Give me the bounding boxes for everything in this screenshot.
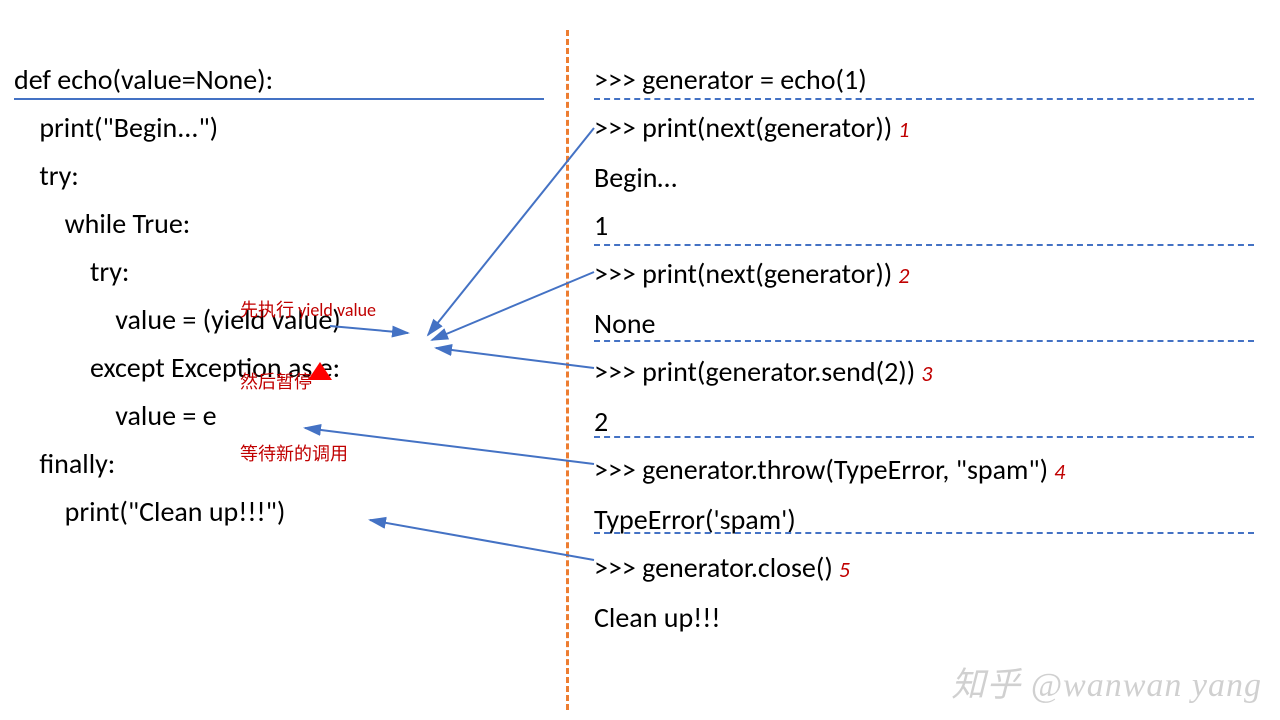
repl-line: >>> generator.throw(TypeError, "spam")4 <box>594 446 1264 496</box>
annotation-line: 等待新的调用 <box>240 442 376 466</box>
step-number: 2 <box>898 262 909 289</box>
step-number: 4 <box>1054 458 1065 485</box>
code-header-underline <box>14 98 544 100</box>
marker-triangle-icon <box>308 362 332 380</box>
code-line: def echo(value=None): <box>14 56 554 104</box>
code-line: print("Begin...") <box>14 104 554 152</box>
repl-pane: >>> generator = echo(1) >>> print(next(g… <box>594 56 1264 642</box>
repl-line: 1 <box>594 202 1264 250</box>
vertical-divider <box>566 30 569 710</box>
repl-separator <box>594 532 1254 534</box>
repl-separator <box>594 340 1254 342</box>
repl-line: Clean up!!! <box>594 594 1264 642</box>
repl-header-underline <box>594 98 1254 100</box>
code-line: print("Clean up!!!") <box>14 488 554 536</box>
step-number: 1 <box>898 116 909 143</box>
code-line: try: <box>14 152 554 200</box>
annotation-line: 先执行 yield value <box>240 298 376 322</box>
repl-line: >>> print(generator.send(2))3 <box>594 348 1264 398</box>
repl-separator <box>594 244 1254 246</box>
code-line: while True: <box>14 200 554 248</box>
repl-line: >>> print(next(generator))1 <box>594 104 1264 154</box>
repl-line: TypeError('spam') <box>594 496 1264 544</box>
repl-separator <box>594 436 1254 438</box>
repl-line: >>> generator = echo(1) <box>594 56 1264 104</box>
repl-line: >>> generator.close()5 <box>594 544 1264 594</box>
step-number: 5 <box>839 556 850 583</box>
repl-line: >>> print(next(generator))2 <box>594 250 1264 300</box>
repl-line: 2 <box>594 398 1264 446</box>
step-number: 3 <box>921 360 932 387</box>
repl-line: Begin… <box>594 154 1264 202</box>
watermark: 知乎 @wanwan yang <box>951 657 1262 706</box>
